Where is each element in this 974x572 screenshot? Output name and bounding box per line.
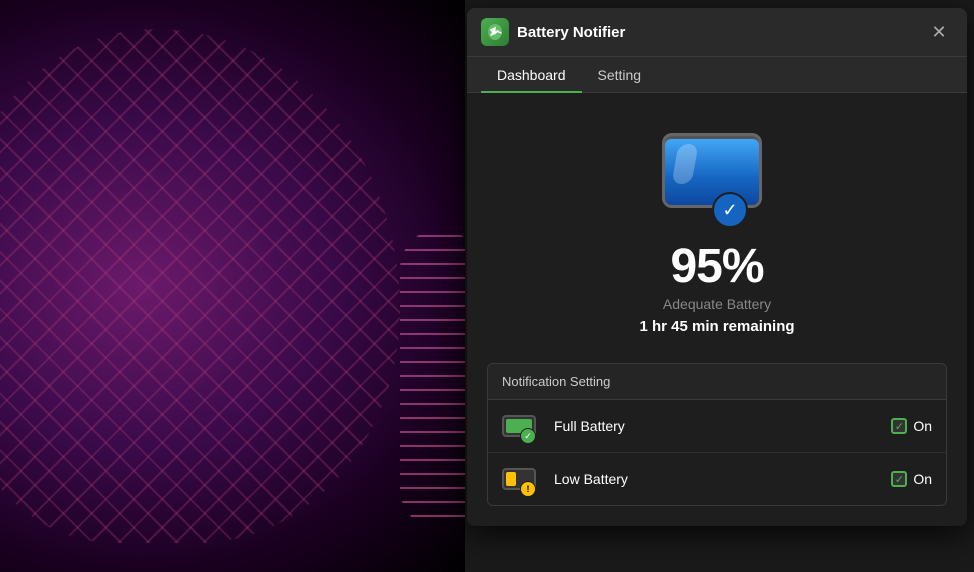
- full-battery-label: Full Battery: [554, 418, 891, 434]
- battery-status-label: Adequate Battery: [663, 296, 771, 312]
- battery-percentage: 95%: [670, 239, 763, 294]
- tab-setting[interactable]: Setting: [582, 57, 658, 93]
- tab-dashboard[interactable]: Dashboard: [481, 57, 582, 93]
- low-battery-warn-icon: !: [520, 481, 536, 497]
- notification-header: Notification Setting: [488, 364, 946, 400]
- low-battery-mini-fill: [506, 472, 516, 486]
- low-battery-toggle-label: On: [913, 471, 932, 487]
- full-battery-toggle[interactable]: ✓ On: [891, 418, 932, 434]
- battery-icon-wrapper: ✓: [662, 133, 772, 223]
- battery-check-circle: ✓: [712, 192, 748, 228]
- full-battery-check-icon: ✓: [520, 428, 536, 444]
- app-icon: [481, 18, 509, 46]
- low-battery-label: Low Battery: [554, 471, 891, 487]
- low-battery-toggle[interactable]: ✓ On: [891, 471, 932, 487]
- close-button[interactable]: ✕: [925, 18, 953, 46]
- battery-body: [662, 133, 762, 208]
- background-image: [0, 0, 470, 572]
- full-battery-icon-wrapper: ✓: [502, 412, 542, 440]
- full-battery-checkbox[interactable]: ✓: [891, 418, 907, 434]
- notification-section: Notification Setting ✓ Full Battery ✓: [487, 363, 947, 506]
- title-bar: Battery Notifier ✕: [467, 8, 967, 57]
- content-area: ✓ 95% Adequate Battery 1 hr 45 min remai…: [467, 93, 967, 526]
- battery-display: ✓ 95% Adequate Battery 1 hr 45 min remai…: [487, 113, 947, 359]
- window-title: Battery Notifier: [517, 24, 625, 41]
- list-item: ! Low Battery ✓ On: [488, 453, 946, 505]
- full-battery-toggle-label: On: [913, 418, 932, 434]
- check-icon: ✓: [722, 200, 737, 221]
- tab-bar: Dashboard Setting: [467, 57, 967, 93]
- list-item: ✓ Full Battery ✓ On: [488, 400, 946, 453]
- low-battery-checkbox[interactable]: ✓: [891, 471, 907, 487]
- low-battery-icon-wrapper: !: [502, 465, 542, 493]
- app-logo-icon: [485, 22, 505, 42]
- title-left: Battery Notifier: [481, 18, 625, 46]
- battery-fill: [665, 139, 759, 205]
- app-window: Battery Notifier ✕ Dashboard Setting ✓ 9…: [467, 8, 967, 526]
- battery-time-label: 1 hr 45 min remaining: [639, 318, 794, 335]
